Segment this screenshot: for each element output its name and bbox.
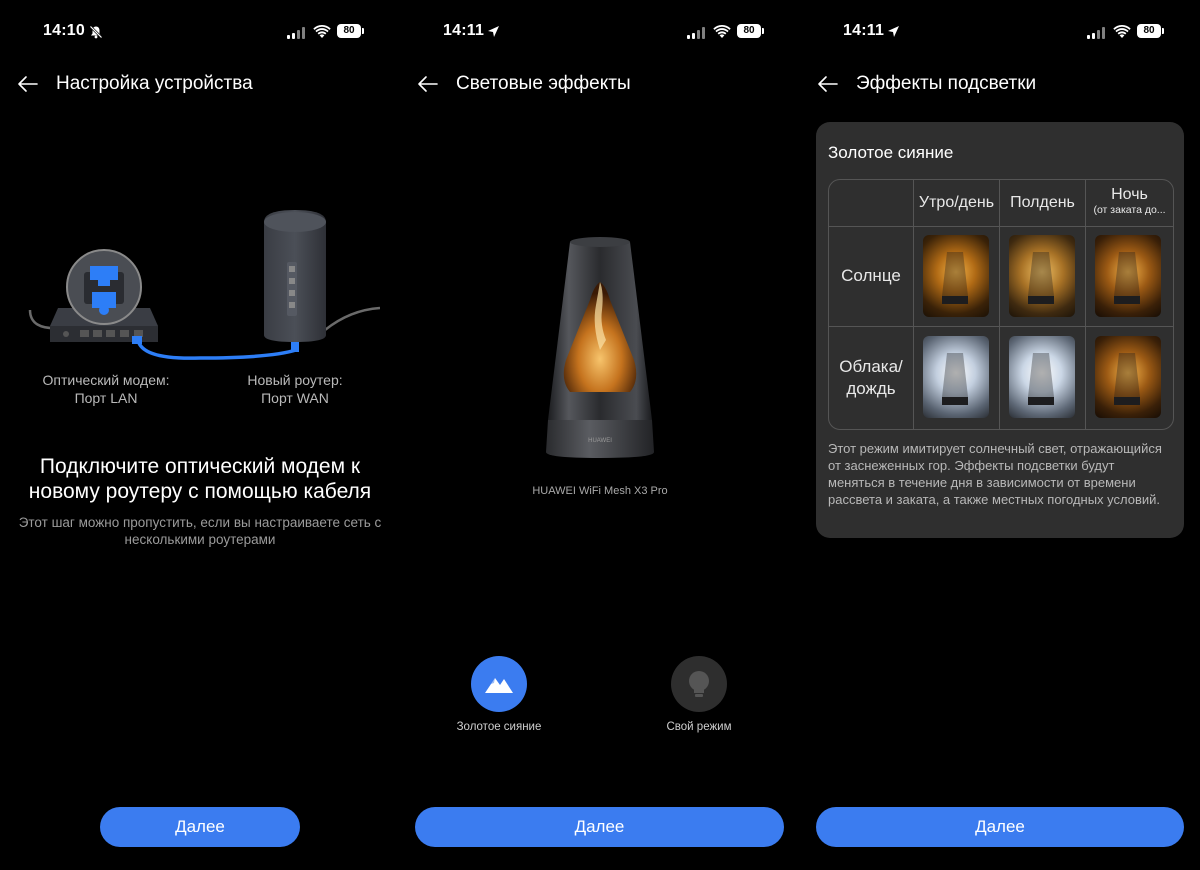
battery-indicator: 80 [1137, 24, 1164, 38]
location-arrow-icon [888, 26, 899, 37]
back-arrow-icon[interactable] [816, 72, 840, 96]
status-bar: 14:11 80 [800, 20, 1200, 46]
router-tower [264, 210, 326, 342]
thumb-sun-morning [923, 235, 989, 317]
row-clouds-line1: Облака/ [839, 357, 903, 376]
effect-description: Этот режим имитирует солнечный свет, отр… [828, 441, 1162, 507]
mode-golden-glow[interactable]: Золотое сияние [439, 656, 559, 733]
next-button[interactable]: Далее [816, 807, 1184, 847]
status-time: 14:10 [43, 22, 85, 39]
thumb-sun-noon [1009, 235, 1075, 317]
thumb-clouds-morning [923, 336, 989, 418]
modem-label: Оптический модем: Порт LAN [22, 371, 190, 407]
router-label-line1: Новый роутер: [247, 372, 343, 388]
status-bar: 14:11 80 [400, 20, 800, 46]
wifi-icon [713, 25, 731, 38]
row-sun: Солнце [841, 266, 901, 285]
status-time: 14:11 [443, 22, 485, 39]
next-button[interactable]: Далее [415, 807, 784, 847]
instruction-headline: Подключите оптический модем к новому роу… [28, 455, 372, 503]
status-bar: 14:10 80 [0, 20, 400, 46]
instruction-subline: Этот шаг можно пропустить, если вы настр… [18, 515, 382, 547]
page-title: Световые эффекты [456, 73, 631, 94]
row-clouds: Облака/ дождь [829, 356, 913, 400]
col-morning: Утро/день [918, 194, 995, 211]
thumb-clouds-noon [1009, 336, 1075, 418]
signal-icon [687, 27, 705, 39]
effect-info-card: Золотое сияние Утро/день Полдень Ночь (о… [816, 122, 1184, 538]
thumb-sun-night [1095, 235, 1161, 317]
mountain-icon [471, 656, 527, 712]
svg-text:HUAWEI: HUAWEI [588, 438, 612, 444]
bell-slash-icon [89, 25, 103, 39]
col-night: Ночь (от заката до... [1086, 180, 1173, 232]
battery-indicator: 80 [337, 24, 364, 38]
mode-label: Свой режим [666, 721, 732, 733]
location-arrow-icon [488, 26, 499, 37]
router-label: Новый роутер: Порт WAN [220, 371, 370, 407]
effects-table: Утро/день Полдень Ночь (от заката до... … [828, 179, 1174, 430]
back-arrow-icon[interactable] [16, 72, 40, 96]
modem-label-line1: Оптический модем: [42, 372, 170, 388]
page-title: Эффекты подсветки [856, 73, 1037, 94]
signal-icon [287, 27, 305, 39]
setup-screen: 14:10 80 Настройка устройства Оптический… [0, 0, 400, 870]
light-effects-screen: 14:11 80 Световые эффекты HUAWEI HUAWEI … [400, 0, 800, 870]
lan-port-magnifier [66, 249, 142, 325]
lightbulb-icon [671, 656, 727, 712]
thumb-clouds-night [1095, 336, 1161, 418]
page-title: Настройка устройства [56, 73, 253, 94]
mode-label: Золотое сияние [456, 721, 542, 733]
row-clouds-line2: дождь [846, 379, 896, 398]
col-noon: Полдень [1010, 194, 1075, 211]
router-lamp-image: HUAWEI [546, 237, 654, 458]
connection-diagram [28, 210, 380, 360]
status-time: 14:11 [843, 22, 885, 39]
mode-custom[interactable]: Свой режим [639, 656, 759, 733]
back-arrow-icon[interactable] [416, 72, 440, 96]
modem-label-line2: Порт LAN [74, 390, 138, 406]
wifi-icon [313, 25, 331, 38]
signal-icon [1087, 27, 1105, 39]
wifi-icon [1113, 25, 1131, 38]
product-name: HUAWEI WiFi Mesh X3 Pro [532, 485, 668, 497]
card-title: Золотое сияние [828, 143, 954, 162]
battery-indicator: 80 [737, 24, 764, 38]
router-label-line2: Порт WAN [261, 390, 329, 406]
col-night-note: (от заката до... [1093, 204, 1166, 216]
next-button[interactable]: Далее [100, 807, 300, 847]
col-night-label: Ночь [1111, 186, 1148, 203]
